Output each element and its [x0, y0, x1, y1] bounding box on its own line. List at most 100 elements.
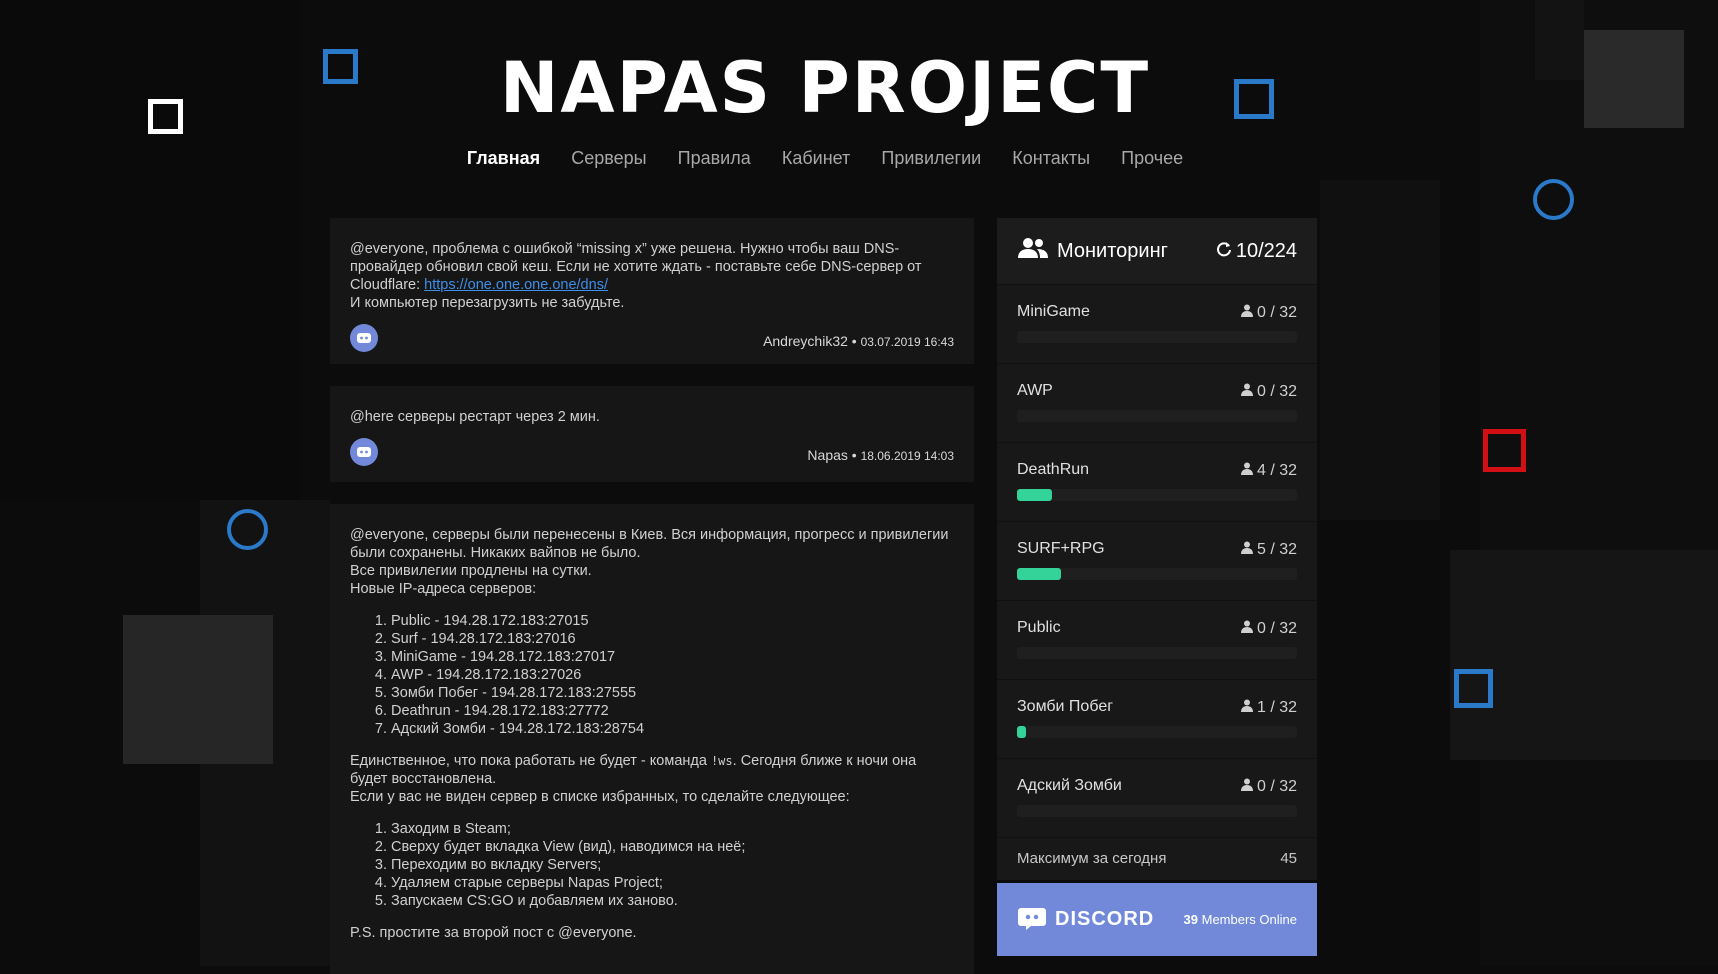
members-online: 39 Members Online: [1184, 912, 1297, 927]
server-load-fill: [1017, 726, 1026, 738]
server-row[interactable]: Public 0 / 32: [997, 600, 1317, 679]
list-item: Запускаем CS:GO и добавляем их заново.: [391, 892, 954, 910]
post-text: Если у вас не виден сервер в списке избр…: [350, 789, 850, 805]
list-item: MiniGame - 194.28.172.183:27017: [391, 648, 954, 666]
post-meta: Napas • 18.06.2019 14:03: [807, 447, 954, 463]
deco-square-red: [1483, 429, 1526, 472]
server-players: 5 / 32: [1240, 541, 1297, 559]
max-today-label: Максимум за сегодня: [1017, 849, 1167, 867]
main-nav: Главная Серверы Правила Кабинет Привилег…: [0, 148, 1650, 169]
server-load-bar: [1017, 331, 1297, 343]
list-item: Переходим во вкладку Servers;: [391, 856, 954, 874]
user-icon: [1240, 541, 1253, 559]
post-author: Napas: [807, 447, 848, 463]
user-icon: [1240, 699, 1253, 717]
server-name: Адский Зомби: [1017, 777, 1122, 794]
list-item: Сверху будет вкладка View (вид), наводим…: [391, 838, 954, 856]
nav-item-contacts[interactable]: Контакты: [1012, 148, 1090, 169]
server-row[interactable]: AWP 0 / 32: [997, 363, 1317, 442]
server-row[interactable]: Зомби Побег 1 / 32: [997, 679, 1317, 758]
user-icon: [1240, 462, 1253, 480]
bg-block: [1450, 550, 1718, 760]
server-load-bar: [1017, 489, 1297, 501]
bg-block: [123, 615, 273, 764]
server-players: 1 / 32: [1240, 699, 1297, 717]
server-load-bar: [1017, 568, 1297, 580]
list-item: AWP - 194.28.172.183:27026: [391, 666, 954, 684]
server-name: SURF+RPG: [1017, 540, 1105, 557]
nav-item-home[interactable]: Главная: [467, 148, 540, 169]
members-label: Members Online: [1198, 912, 1297, 927]
discord-icon[interactable]: [350, 324, 378, 352]
deco-circle-blue: [1533, 179, 1574, 220]
discord-brand: DISCORD: [1055, 908, 1155, 930]
total-players: 10/224: [1235, 239, 1297, 262]
post-text: И компьютер перезагрузить не забудьте.: [350, 295, 625, 311]
cloudflare-dns-link[interactable]: https://one.one.one.one/dns/: [424, 277, 608, 293]
ip-list: Public - 194.28.172.183:27015 Surf - 194…: [350, 612, 954, 738]
discord-logo-icon: [1017, 904, 1047, 936]
monitoring-header: Мониторинг 10/224: [997, 218, 1317, 284]
server-load-bar: [1017, 805, 1297, 817]
server-players: 4 / 32: [1240, 462, 1297, 480]
post-text: Единственное, что пока работать не будет…: [350, 753, 917, 787]
server-players: 0 / 32: [1240, 304, 1297, 322]
server-name: Public: [1017, 619, 1061, 636]
server-list: MiniGame 0 / 32 AWP 0 / 32 DeathRun 4 / 32 SUR…: [997, 284, 1317, 837]
server-row[interactable]: DeathRun 4 / 32: [997, 442, 1317, 521]
server-name: AWP: [1017, 382, 1053, 399]
monitoring-panel: Мониторинг 10/224 MiniGame 0 / 32 AWP 0 / 3…: [997, 218, 1317, 880]
list-item: Deathrun - 194.28.172.183:27772: [391, 702, 954, 720]
post-footer: Andreychik32 • 03.07.2019 16:43: [350, 324, 954, 354]
nav-item-servers[interactable]: Серверы: [571, 148, 646, 169]
post-meta: Andreychik32 • 03.07.2019 16:43: [763, 333, 954, 349]
list-item: Public - 194.28.172.183:27015: [391, 612, 954, 630]
server-players: 0 / 32: [1240, 620, 1297, 638]
user-icon: [1240, 383, 1253, 401]
max-today-value: 45: [1280, 849, 1297, 867]
post-text: @everyone, серверы были перенесены в Кие…: [350, 527, 949, 561]
server-row[interactable]: SURF+RPG 5 / 32: [997, 521, 1317, 600]
news-post: @everyone, серверы были перенесены в Кие…: [330, 504, 974, 974]
list-item: Заходим в Steam;: [391, 820, 954, 838]
discord-icon[interactable]: [350, 438, 378, 466]
post-text: Новые IP-адреса серверов:: [350, 581, 537, 597]
site-title: NAPAS PROJECT: [499, 47, 1151, 129]
nav-item-other[interactable]: Прочее: [1121, 148, 1183, 169]
post-text: @here серверы рестарт через 2 мин.: [350, 409, 600, 425]
list-item: Удаляем старые серверы Napas Project;: [391, 874, 954, 892]
server-row[interactable]: MiniGame 0 / 32: [997, 284, 1317, 363]
server-name: DeathRun: [1017, 461, 1090, 478]
refresh-icon[interactable]: [1216, 240, 1232, 263]
server-row[interactable]: Адский Зомби 0 / 32: [997, 758, 1317, 837]
user-icon: [1240, 620, 1253, 638]
bg-block: [1320, 180, 1440, 520]
server-players: 0 / 32: [1240, 383, 1297, 401]
deco-square-blue: [1454, 669, 1493, 708]
list-item: Зомби Побег - 194.28.172.183:27555: [391, 684, 954, 702]
post-text: @everyone, проблема с ошибкой “missing x…: [350, 241, 922, 293]
post-text: P.S. простите за второй пост с @everyone…: [350, 925, 637, 941]
server-load-fill: [1017, 568, 1061, 580]
deco-circle-blue: [227, 509, 268, 550]
server-name: MiniGame: [1017, 303, 1090, 320]
command-code: !ws: [710, 754, 733, 768]
user-icon: [1240, 304, 1253, 322]
steps-list: Заходим в Steam; Сверху будет вкладка Vi…: [350, 820, 954, 910]
list-item: Surf - 194.28.172.183:27016: [391, 630, 954, 648]
server-players: 0 / 32: [1240, 778, 1297, 796]
nav-item-rules[interactable]: Правила: [678, 148, 751, 169]
server-name: Зомби Побег: [1017, 698, 1114, 715]
server-load-fill: [1017, 489, 1052, 501]
max-today-row: Максимум за сегодня 45: [997, 837, 1317, 878]
server-load-bar: [1017, 726, 1297, 738]
members-count: 39: [1183, 912, 1199, 927]
post-author: Andreychik32: [763, 333, 848, 349]
discord-widget[interactable]: DISCORD 39 Members Online: [997, 883, 1317, 956]
bg-block: [1480, 0, 1718, 966]
nav-item-privileges[interactable]: Привилегии: [881, 148, 981, 169]
nav-item-cabinet[interactable]: Кабинет: [782, 148, 850, 169]
post-date: 18.06.2019 14:03: [860, 449, 954, 463]
news-post: @everyone, проблема с ошибкой “missing x…: [330, 218, 974, 364]
post-footer: Napas • 18.06.2019 14:03: [350, 438, 954, 468]
